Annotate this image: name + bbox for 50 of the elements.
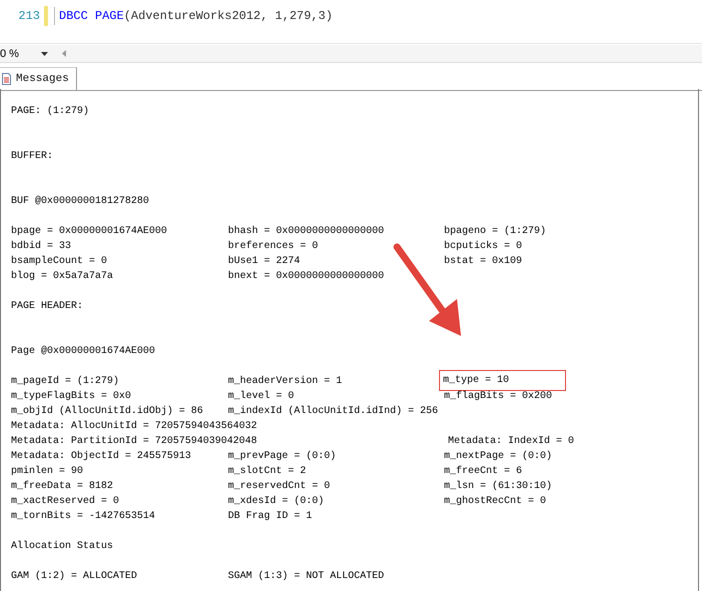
field-value: bpageno = (1:279) bbox=[444, 224, 546, 239]
field-value: m_ghostRecCnt = 0 bbox=[444, 494, 546, 509]
field-value: m_slotCnt = 2 bbox=[228, 464, 306, 479]
messages-tab[interactable]: Messages bbox=[0, 67, 77, 90]
field-value: breferences = 0 bbox=[228, 240, 318, 254]
field-value: m_typeFlagBits = 0x0 bbox=[11, 390, 132, 404]
field-value: m_xdesId = (0:0) bbox=[228, 494, 324, 509]
field-value: m_pageId = (1:279) bbox=[11, 374, 120, 389]
message-line: Metadata: AllocUnitId = 72057594043564032 bbox=[11, 421, 258, 432]
message-line: PAGE: (1:279) bbox=[11, 106, 90, 117]
field-value: m_freeCnt = 6 bbox=[444, 464, 522, 479]
field-value: bsampleCount = 0 bbox=[11, 254, 108, 269]
message-line: Allocation Status bbox=[11, 541, 114, 552]
field-value: blog = 0x5a7a7a7a bbox=[11, 270, 114, 284]
field-value: m_type = 10 bbox=[440, 371, 566, 390]
field-value: m_xactReserved = 0 bbox=[11, 494, 120, 509]
field-value: m_freeData = 8182 bbox=[11, 480, 114, 494]
field-value: bstat = 0x109 bbox=[444, 254, 522, 269]
field-value: bcputicks = 0 bbox=[444, 240, 522, 254]
field-value: m_indexId (AllocUnitId.idInd) = 256 bbox=[228, 404, 438, 419]
field-value: bUse1 = 2274 bbox=[228, 254, 300, 269]
field-value: m_reservedCnt = 0 bbox=[228, 480, 330, 494]
field-value: m_objId (AllocUnitId.idObj) = 86 bbox=[11, 404, 204, 419]
field-value: m_flagBits = 0x200 bbox=[444, 390, 552, 404]
field-value: pminlen = 90 bbox=[11, 464, 84, 479]
field-value: GAM (1:2) = ALLOCATED bbox=[11, 570, 138, 584]
scroll-left-icon[interactable] bbox=[62, 50, 66, 57]
caret-icon bbox=[40, 52, 48, 56]
field-value: Metadata: PartitionId = 72057594039042048 bbox=[11, 434, 258, 449]
field-value: bpage = 0x00000001674AE000 bbox=[11, 224, 168, 239]
field-value: m_prevPage = (0:0) bbox=[228, 450, 336, 464]
field-value: m_tornBits = -1427653514 bbox=[11, 510, 156, 524]
field-value: SGAM (1:3) = NOT ALLOCATED bbox=[228, 570, 384, 584]
line-number: 213 bbox=[17, 8, 40, 25]
message-line: PAGE HEADER: bbox=[11, 301, 84, 312]
field-value: m_headerVersion = 1 bbox=[228, 374, 342, 389]
code-line: DBCC PAGE(AdventureWorks2012, 1,279,3) bbox=[54, 7, 333, 25]
field-value: Metadata: ObjectId = 245575913 bbox=[11, 450, 192, 464]
field-value: m_level = 0 bbox=[228, 390, 294, 404]
field-value: Metadata: IndexId = 0 bbox=[448, 434, 574, 449]
field-value: DB Frag ID = 1 bbox=[228, 510, 312, 524]
field-value: bhash = 0x0000000000000000 bbox=[228, 224, 384, 239]
message-line: BUF @0x0000000181278280 bbox=[11, 196, 150, 207]
message-line: BUFFER: bbox=[11, 151, 54, 162]
field-value: m_lsn = (61:30:10) bbox=[444, 480, 552, 494]
field-value: m_nextPage = (0:0) bbox=[444, 450, 552, 464]
field-value: bdbid = 33 bbox=[11, 240, 72, 254]
message-line: Page @0x00000001674AE000 bbox=[11, 346, 156, 357]
document-icon bbox=[2, 73, 11, 85]
field-value: bnext = 0x0000000000000000 bbox=[228, 270, 384, 284]
